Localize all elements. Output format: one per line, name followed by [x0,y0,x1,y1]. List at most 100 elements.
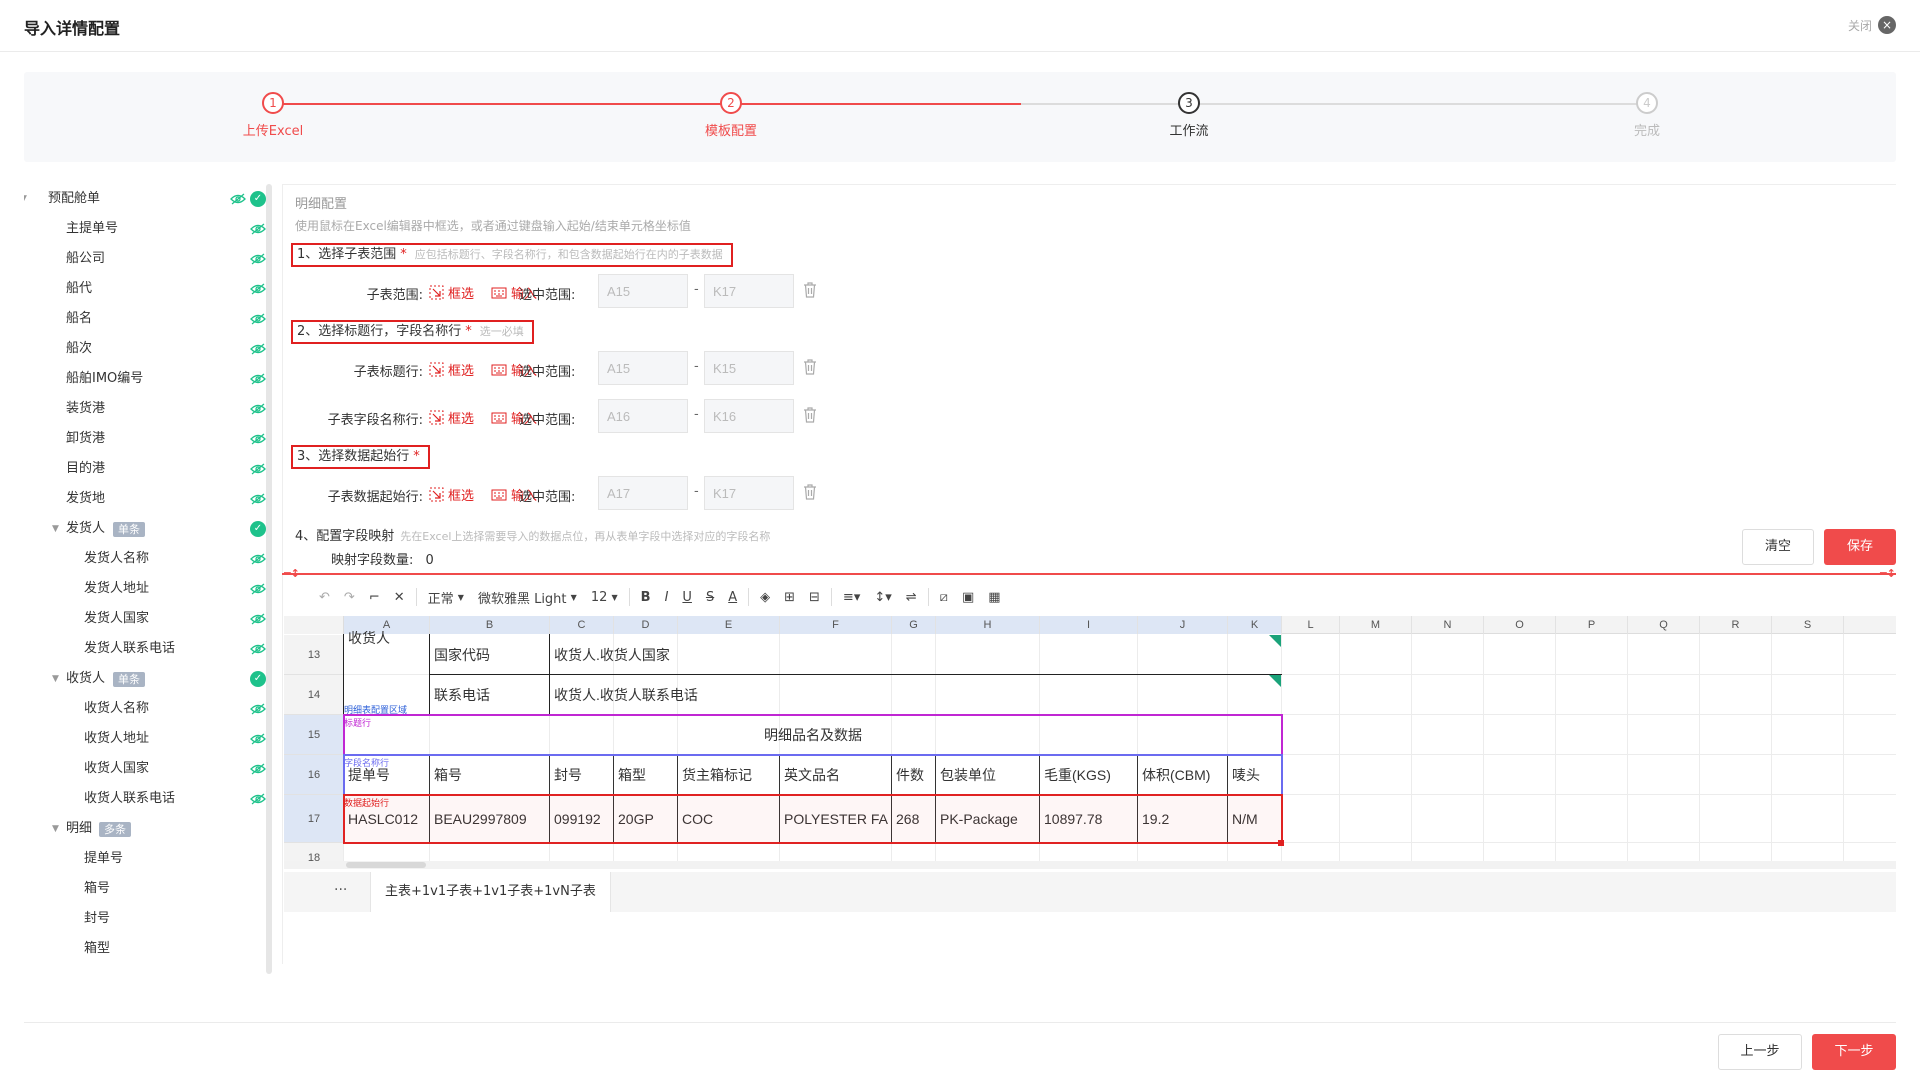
tree-item[interactable]: 发货人地址 [24,574,274,604]
eye-icon[interactable] [250,342,266,356]
sheet-cell[interactable]: 国家代码 [430,635,550,675]
tree-item[interactable]: ▼ 预配舱单 ✓ [24,184,274,214]
eye-icon[interactable] [250,402,266,416]
more-sheets-button[interactable]: ··· [334,882,347,898]
range-start-input[interactable] [598,476,688,510]
clear-format-icon[interactable]: ✕ [387,585,412,609]
sheet-cell[interactable]: 收货人.收货人联系电话 [550,675,1278,715]
tree-item[interactable]: ▼ 明细 多条 [24,814,274,844]
eye-icon[interactable] [250,612,266,626]
column-header[interactable]: R [1700,616,1772,634]
merged-cell-label[interactable]: 收货人 [344,631,424,647]
style-select[interactable]: 正常 ▼ [421,585,471,609]
merge-cells-icon[interactable]: ⊟ [802,585,827,609]
column-header[interactable]: D [614,616,678,634]
range-start-input[interactable] [598,399,688,433]
float-image-icon[interactable]: ▦ [981,585,1007,609]
range-end-input[interactable] [704,476,794,510]
sheet-tab[interactable]: 主表+1v1子表+1v1子表+1vN子表 [370,872,611,912]
close-button[interactable]: 关闭 × [1848,16,1896,34]
format-painter-icon[interactable]: ⌐ [362,585,387,609]
column-header[interactable]: Q [1628,616,1700,634]
row-header[interactable]: 16 [284,755,344,795]
tree-item[interactable]: 发货人联系电话 [24,634,274,664]
horizontal-scrollbar[interactable] [284,861,1896,869]
tree-item[interactable]: 收货人地址 [24,724,274,754]
scroll-thumb[interactable] [346,862,426,868]
insert-image-icon[interactable]: ▣ [955,585,981,609]
range-end-input[interactable] [704,351,794,385]
expand-arrow-icon[interactable]: ▼ [52,814,59,844]
strikethrough-button[interactable]: S [699,585,721,609]
tree-item[interactable]: 目的港 [24,454,274,484]
tree-scrollbar[interactable] [266,184,272,974]
column-header[interactable]: N [1412,616,1484,634]
tree-item[interactable]: 箱号 [24,874,274,904]
column-header[interactable]: C [550,616,614,634]
trash-icon[interactable] [803,282,817,298]
row-header[interactable]: 18 [284,843,344,862]
fill-color-icon[interactable]: ◈ [753,585,777,609]
tree-item[interactable]: 提单号 [24,844,274,874]
font-color-button[interactable]: A [721,585,744,609]
underline-button[interactable]: U [675,585,699,609]
column-header[interactable]: H [936,616,1040,634]
eye-icon[interactable] [250,792,266,806]
eye-icon[interactable] [250,582,266,596]
align-horizontal-icon[interactable]: ≡▾ [836,585,867,609]
eye-icon[interactable] [250,312,266,326]
tree-item[interactable]: 船公司 [24,244,274,274]
column-header[interactable]: L [1282,616,1340,634]
column-header[interactable]: G [892,616,936,634]
column-header[interactable]: I [1040,616,1138,634]
frame-select-button[interactable]: 框选 [429,485,474,504]
trash-icon[interactable] [803,407,817,423]
align-vertical-icon[interactable]: ↕▾ [867,585,898,609]
row-header[interactable]: 15 [284,715,344,755]
eye-icon[interactable] [250,732,266,746]
border-icon[interactable]: ⊞ [777,585,802,609]
spreadsheet-grid[interactable]: ABCDEFGHIJKLMNOPQRS 13 14 15 16 17 18 收货人 国家代码收… [284,616,1896,862]
splitter-handle-icon[interactable]: ═↕ [284,567,300,580]
redo-icon[interactable]: ↷ [337,585,362,609]
tree-item[interactable]: 箱型 [24,934,274,964]
tree-item[interactable]: 收货人名称 [24,694,274,724]
expand-arrow-icon[interactable]: ▼ [24,184,27,214]
column-header[interactable]: O [1484,616,1556,634]
tree-item[interactable]: 船名 [24,304,274,334]
tree-item[interactable]: ▼ 收货人 单条 ✓ [24,664,274,694]
column-header[interactable]: M [1340,616,1412,634]
splitter-line[interactable] [282,573,1896,575]
range-end-input[interactable] [704,274,794,308]
range-start-input[interactable] [598,351,688,385]
eye-icon[interactable] [250,702,266,716]
tree-item[interactable]: 发货地 [24,484,274,514]
range-end-input[interactable] [704,399,794,433]
bold-button[interactable]: B [634,585,658,609]
eye-icon[interactable] [250,432,266,446]
tree-item[interactable]: 船舶IMO编号 [24,364,274,394]
column-header[interactable]: J [1138,616,1228,634]
tree-item[interactable]: 发货人名称 [24,544,274,574]
sheet-cell[interactable]: 收货人.收货人国家 [550,635,1278,675]
tree-item[interactable]: 收货人联系电话 [24,784,274,814]
tree-item[interactable]: 船次 [24,334,274,364]
column-header[interactable]: K [1228,616,1282,634]
column-header[interactable]: F [780,616,892,634]
frame-select-button[interactable]: 框选 [429,408,474,427]
wrap-text-icon[interactable]: ⇌ [899,585,924,609]
diagonal-border-icon[interactable]: ⧄ [933,585,955,609]
eye-icon[interactable] [250,492,266,506]
trash-icon[interactable] [803,484,817,500]
trash-icon[interactable] [803,359,817,375]
eye-icon[interactable] [250,282,266,296]
prev-step-button[interactable]: 上一步 [1718,1034,1802,1070]
tree-item[interactable]: 发货人国家 [24,604,274,634]
undo-icon[interactable]: ↶ [312,585,337,609]
expand-arrow-icon[interactable]: ▼ [52,514,59,544]
save-button[interactable]: 保存 [1824,529,1896,565]
font-size-select[interactable]: 12 ▼ [584,585,625,609]
eye-icon[interactable] [250,252,266,266]
column-header[interactable]: E [678,616,780,634]
column-header[interactable]: P [1556,616,1628,634]
